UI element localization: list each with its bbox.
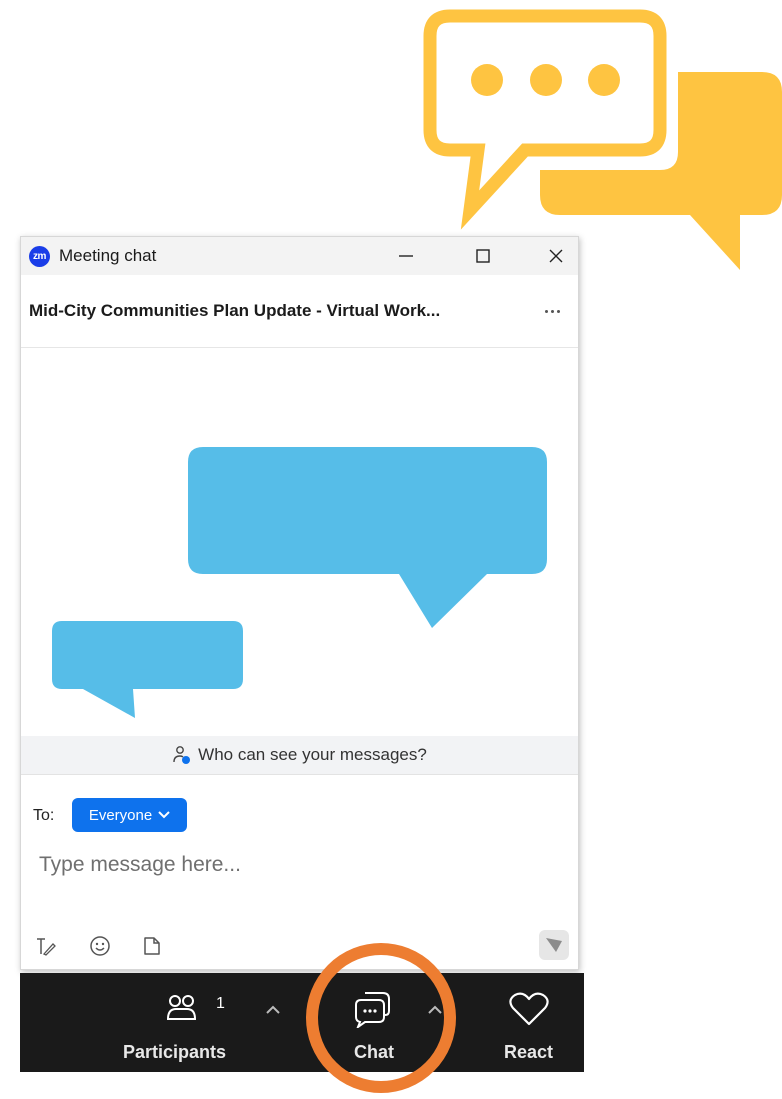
- to-label: To:: [33, 807, 55, 824]
- heart-icon: [509, 992, 549, 1026]
- recipient-label: Everyone: [88, 806, 153, 824]
- message-bubble-large: [188, 447, 547, 628]
- emoji-icon: [90, 936, 110, 956]
- chat-highlight-circle: [306, 943, 456, 1093]
- window-title: Meeting chat: [59, 246, 157, 265]
- format-text-icon: [37, 938, 56, 956]
- participants-count: 1: [216, 995, 225, 1012]
- meeting-chat-window: zm Meeting chat Mid-City Communities Pla…: [20, 236, 579, 970]
- typing-dot: [588, 64, 620, 96]
- emoji-button[interactable]: [87, 933, 113, 959]
- close-icon: [549, 249, 563, 263]
- people-lock-icon: [173, 746, 191, 764]
- message-bubble-small: [52, 621, 243, 718]
- chevron-down-icon: [158, 811, 170, 819]
- more-icon: [544, 309, 560, 313]
- close-button[interactable]: [534, 237, 578, 275]
- more-button[interactable]: [537, 301, 567, 321]
- format-button[interactable]: [33, 933, 59, 959]
- minimize-button[interactable]: [384, 237, 428, 275]
- minimize-icon: [399, 255, 413, 257]
- typing-dot: [530, 64, 562, 96]
- send-button[interactable]: [539, 930, 569, 960]
- file-button[interactable]: [139, 933, 165, 959]
- chevron-up-icon[interactable]: [266, 1005, 280, 1014]
- react-button[interactable]: React: [498, 973, 568, 1072]
- file-icon: [144, 937, 160, 955]
- visibility-text: Who can see your messages?: [198, 745, 427, 764]
- react-label: React: [504, 1042, 554, 1062]
- visibility-bar[interactable]: Who can see your messages?: [21, 736, 578, 775]
- message-input[interactable]: [39, 845, 559, 885]
- participants-icon: [166, 995, 197, 1020]
- meeting-header: Mid-City Communities Plan Update - Virtu…: [21, 275, 578, 348]
- recipient-dropdown[interactable]: Everyone: [72, 798, 187, 832]
- typing-dot: [471, 64, 503, 96]
- window-titlebar: zm Meeting chat: [21, 237, 578, 275]
- participants-button[interactable]: 1 Participants: [120, 973, 245, 1072]
- maximize-button[interactable]: [461, 237, 505, 275]
- zoom-logo: zm: [29, 246, 50, 267]
- send-icon: [546, 938, 562, 952]
- participants-label: Participants: [123, 1042, 227, 1062]
- meeting-title: Mid-City Communities Plan Update - Virtu…: [29, 301, 441, 320]
- meeting-toolbar: 1 Participants Chat React: [20, 973, 584, 1072]
- message-area: [52, 447, 547, 718]
- maximize-icon: [476, 249, 490, 263]
